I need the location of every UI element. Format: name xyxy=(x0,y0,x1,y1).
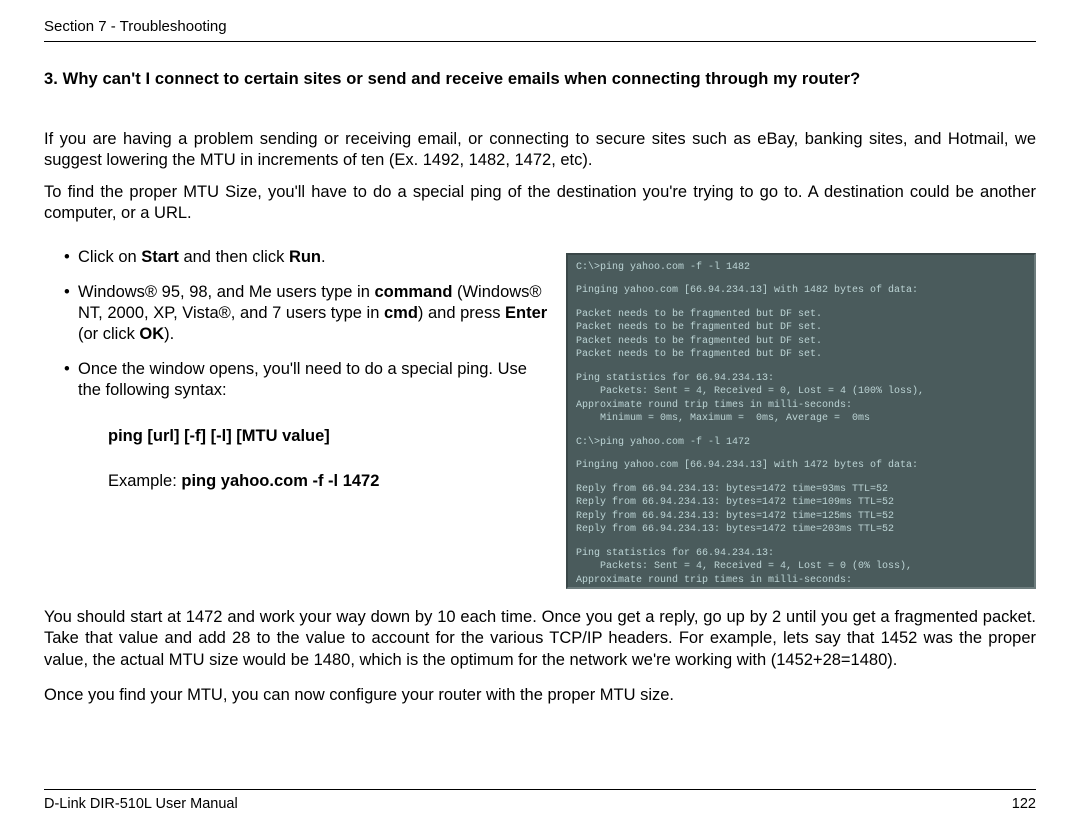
page-footer: D-Link DIR-510L User Manual 122 xyxy=(44,789,1036,812)
terminal-line: Approximate round trip times in milli-se… xyxy=(576,399,1026,413)
terminal-line: Packets: Sent = 4, Received = 4, Lost = … xyxy=(576,560,1026,574)
paragraph-1: If you are having a problem sending or r… xyxy=(44,129,1036,172)
page-header: Section 7 - Troubleshooting xyxy=(44,18,1036,42)
terminal-line: Minimum = 93ms, Maximum = 203ms, Average… xyxy=(576,587,1026,589)
terminal-line xyxy=(576,537,1026,547)
terminal-line xyxy=(576,426,1026,436)
faq-question: 3. Why can't I connect to certain sites … xyxy=(44,70,1036,89)
instructions-column: • Click on Start and then click Run. • W… xyxy=(44,247,566,492)
terminal-line xyxy=(576,473,1026,483)
terminal-line: Reply from 66.94.234.13: bytes=1472 time… xyxy=(576,496,1026,510)
terminal-line: Reply from 66.94.234.13: bytes=1472 time… xyxy=(576,510,1026,524)
ping-syntax: ping [url] [-f] [-l] [MTU value] xyxy=(108,427,548,446)
terminal-line: Packet needs to be fragmented but DF set… xyxy=(576,335,1026,349)
terminal-line xyxy=(576,362,1026,372)
terminal-line: Ping statistics for 66.94.234.13: xyxy=(576,547,1026,561)
terminal-line: C:\>ping yahoo.com -f -l 1472 xyxy=(576,436,1026,450)
footer-page-number: 122 xyxy=(1012,796,1036,812)
terminal-line: Packet needs to be fragmented but DF set… xyxy=(576,308,1026,322)
terminal-line: Packets: Sent = 4, Received = 0, Lost = … xyxy=(576,385,1026,399)
terminal-line: Pinging yahoo.com [66.94.234.13] with 14… xyxy=(576,284,1026,298)
bullet-2: • Windows® 95, 98, and Me users type in … xyxy=(44,282,548,345)
content-row: • Click on Start and then click Run. • W… xyxy=(44,247,1036,589)
paragraph-3: You should start at 1472 and work your w… xyxy=(44,607,1036,671)
terminal-line: Reply from 66.94.234.13: bytes=1472 time… xyxy=(576,523,1026,537)
terminal-line: Pinging yahoo.com [66.94.234.13] with 14… xyxy=(576,459,1026,473)
terminal-line: Reply from 66.94.234.13: bytes=1472 time… xyxy=(576,483,1026,497)
bullet-1: • Click on Start and then click Run. xyxy=(44,247,548,268)
terminal-line: Packet needs to be fragmented but DF set… xyxy=(576,348,1026,362)
terminal-line: C:\>ping yahoo.com -f -l 1482 xyxy=(576,261,1026,275)
paragraph-2: To find the proper MTU Size, you'll have… xyxy=(44,182,1036,225)
terminal-line xyxy=(576,298,1026,308)
bullet-3: • Once the window opens, you'll need to … xyxy=(44,359,548,401)
terminal-line xyxy=(576,449,1026,459)
terminal-line: Packet needs to be fragmented but DF set… xyxy=(576,321,1026,335)
footer-manual-name: D-Link DIR-510L User Manual xyxy=(44,796,238,812)
terminal-line: Ping statistics for 66.94.234.13: xyxy=(576,372,1026,386)
terminal-line xyxy=(576,274,1026,284)
terminal-line: Minimum = 0ms, Maximum = 0ms, Average = … xyxy=(576,412,1026,426)
paragraph-4: Once you find your MTU, you can now conf… xyxy=(44,685,1036,706)
ping-example: Example: ping yahoo.com -f -l 1472 xyxy=(108,472,548,491)
command-prompt-screenshot: C:\>ping yahoo.com -f -l 1482 Pinging yah… xyxy=(566,253,1036,589)
section-label: Section 7 - Troubleshooting xyxy=(44,18,227,35)
terminal-line: Approximate round trip times in milli-se… xyxy=(576,574,1026,588)
